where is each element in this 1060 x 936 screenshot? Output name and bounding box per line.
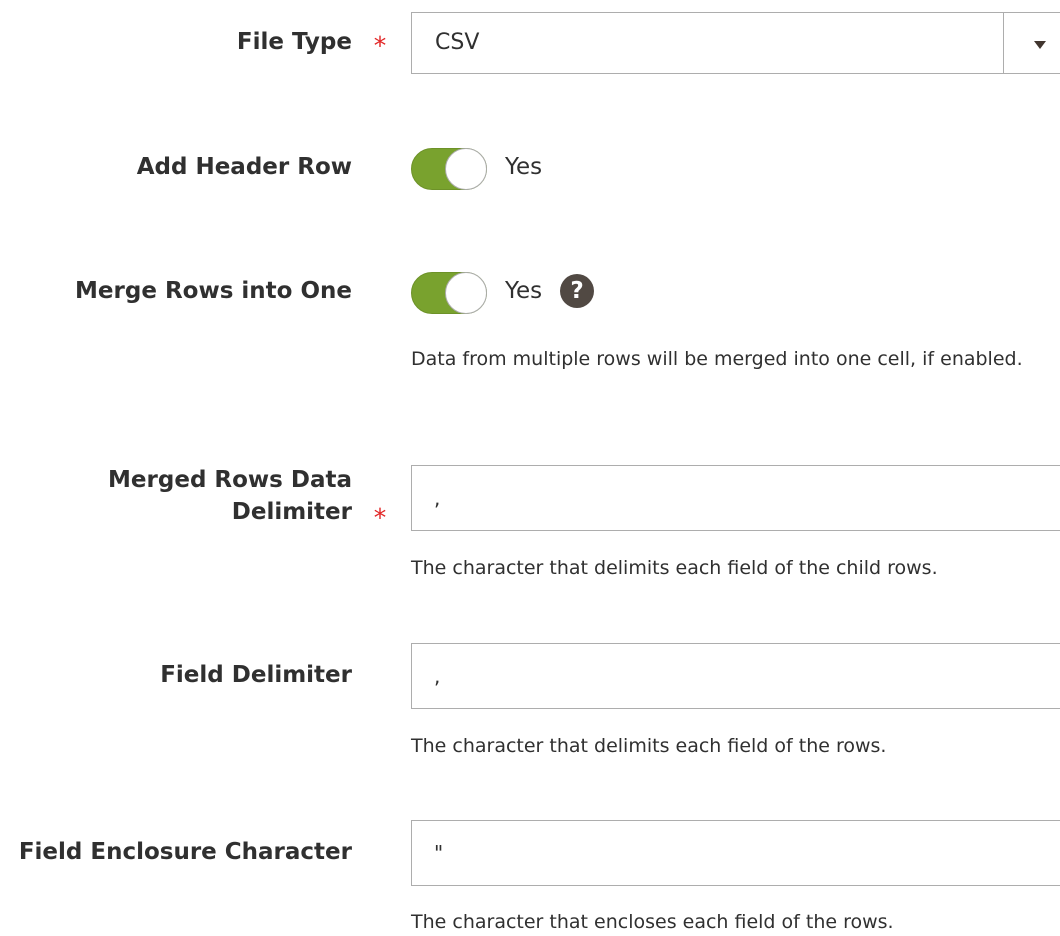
field-delimiter-label: Field Delimiter [160,662,352,688]
toggle-knob [445,272,487,314]
field-field-delimiter: Field Delimiter The character that delim… [0,641,1060,781]
add-header-row-label: Add Header Row [136,154,352,180]
field-merged-rows-delimiter: Merged Rows Data Delimiter * The charact… [0,462,1060,602]
field-file-type: File Type * CSV [0,0,1060,100]
file-type-selected-value: CSV [435,30,480,55]
file-type-select[interactable]: CSV [411,12,1060,74]
add-header-row-value: Yes [505,154,543,180]
field-field-enclosure: Field Enclosure Character The character … [0,818,1060,936]
merged-rows-delimiter-label-line1: Merged Rows Data [108,467,352,493]
add-header-row-toggle[interactable] [411,148,487,190]
merged-rows-delimiter-note: The character that delimits each field o… [411,557,938,579]
merge-rows-value: Yes [505,278,543,304]
required-marker: * [373,503,387,532]
merge-rows-toggle[interactable] [411,272,487,314]
merge-rows-label: Merge Rows into One [75,278,352,304]
merged-rows-delimiter-label-line2: Delimiter [231,499,352,525]
field-enclosure-input[interactable] [411,820,1060,886]
export-settings-form: File Type * CSV Add Header Row Yes Merge… [0,0,1060,936]
field-delimiter-input[interactable] [411,643,1060,709]
field-merge-rows: Merge Rows into One Yes ? Data from mult… [0,264,1060,414]
merged-rows-delimiter-input[interactable] [411,465,1060,531]
field-enclosure-note: The character that encloses each field o… [411,911,894,933]
question-mark-icon[interactable]: ? [560,274,594,308]
chevron-down-icon [1034,41,1046,49]
select-arrow-button[interactable] [1003,13,1060,73]
toggle-knob [445,148,487,190]
file-type-select-clip: CSV [0,0,1060,100]
field-enclosure-label: Field Enclosure Character [18,839,352,865]
merge-rows-note: Data from multiple rows will be merged i… [411,348,1023,370]
field-delimiter-note: The character that delimits each field o… [411,735,887,757]
field-add-header-row: Add Header Row Yes [0,140,1060,200]
